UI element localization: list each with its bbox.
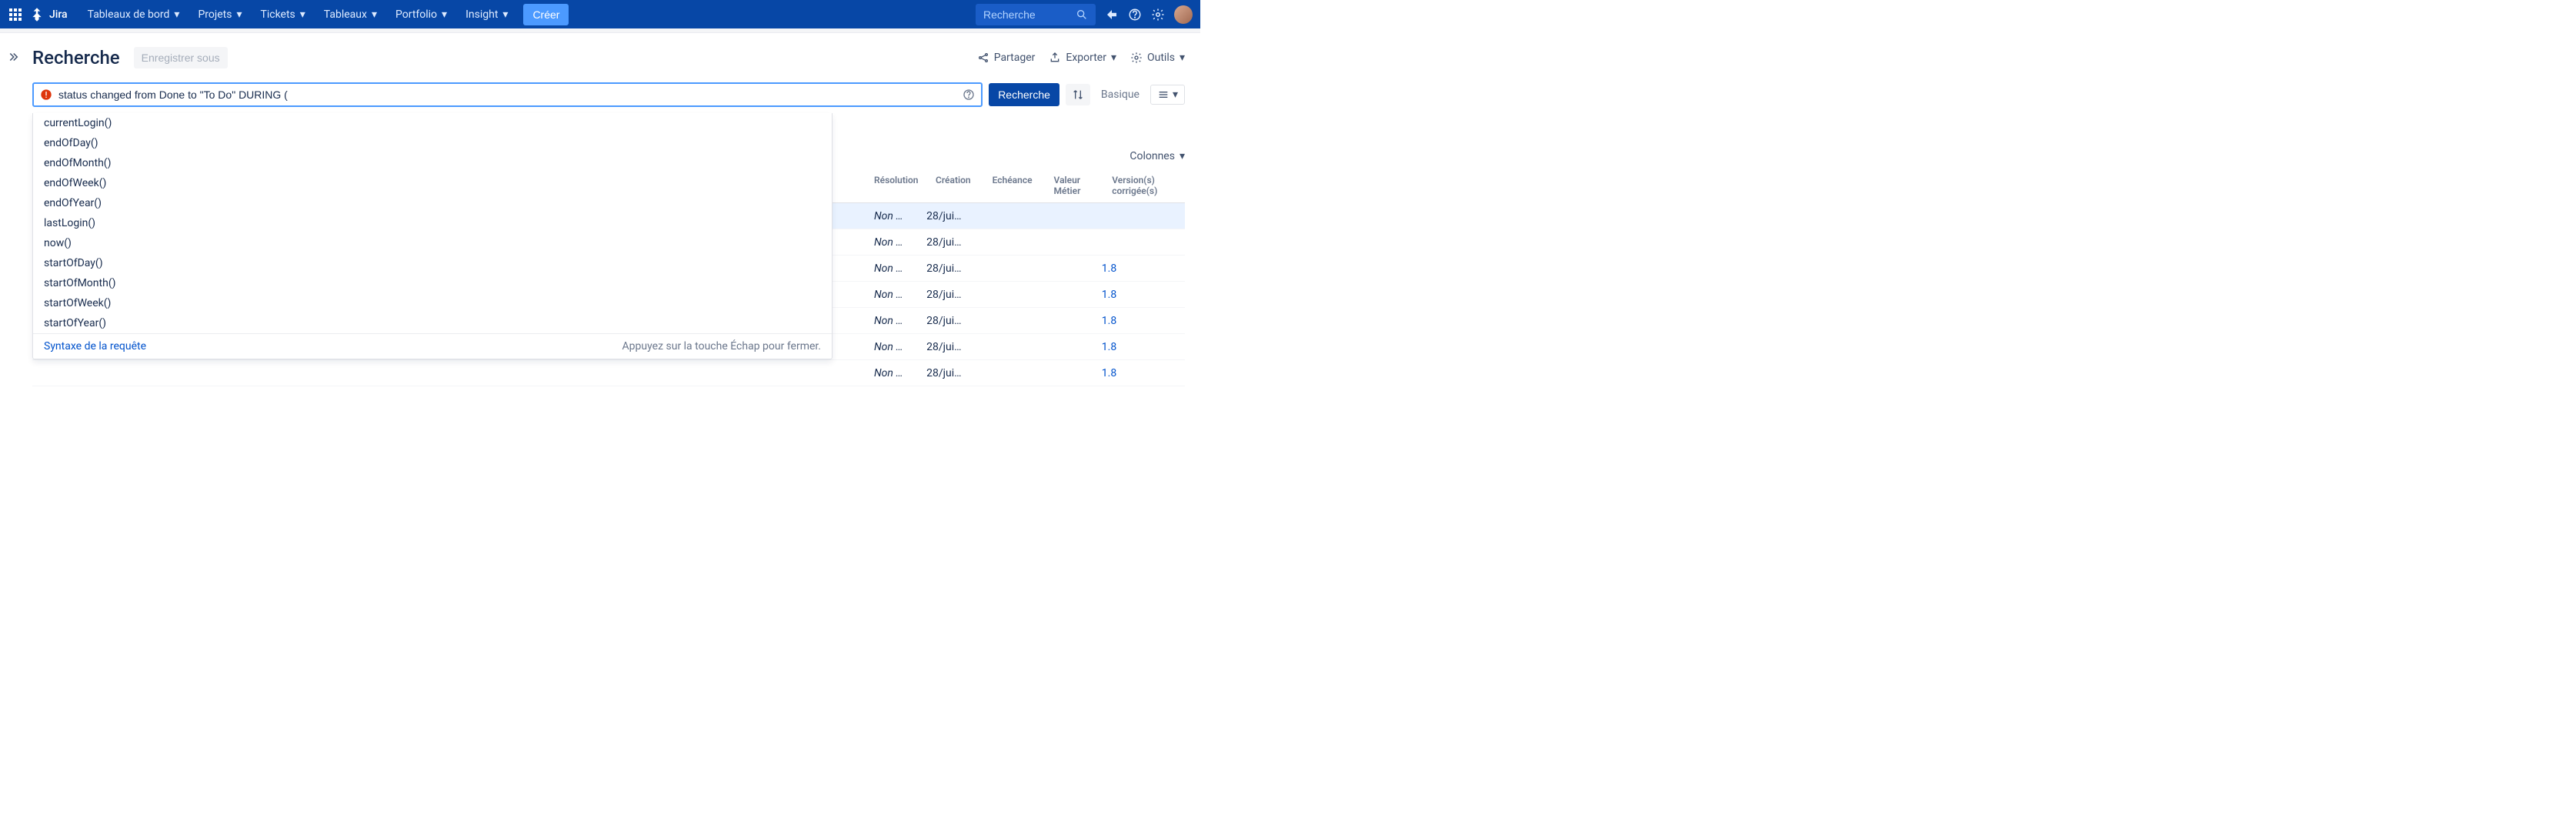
cell-created: 28/juil./20 xyxy=(916,210,974,222)
share-button[interactable]: Partager xyxy=(977,52,1036,64)
nav-item-portfolio[interactable]: Portfolio▾ xyxy=(386,0,456,28)
gear-icon xyxy=(1130,52,1143,64)
escape-hint: Appuyez sur la touche Échap pour fermer. xyxy=(622,340,821,353)
suggestion-item[interactable]: endOfYear() xyxy=(33,193,832,213)
suggestion-item[interactable]: startOfYear() xyxy=(33,313,832,333)
product-name: Jira xyxy=(49,8,68,21)
nav-items: Tableaux de bord▾ Projets▾ Tickets▾ Tabl… xyxy=(78,0,976,28)
list-icon xyxy=(1157,89,1170,101)
product-logo[interactable]: Jira xyxy=(29,7,68,22)
settings-icon[interactable] xyxy=(1151,8,1165,22)
suggestion-item[interactable]: endOfMonth() xyxy=(33,153,832,173)
col-resolution[interactable]: Résolution xyxy=(863,175,925,196)
top-navigation: Jira Tableaux de bord▾ Projets▾ Tickets▾… xyxy=(0,0,1200,28)
cell-created: 28/juil./20 xyxy=(916,315,974,327)
col-business-value[interactable]: Valeur Métier xyxy=(1043,175,1102,196)
suggestion-item[interactable]: startOfMonth() xyxy=(33,273,832,293)
jql-suggestions-dropdown: currentLogin() endOfDay() endOfMonth() e… xyxy=(32,113,833,359)
cell-created: 28/juil./20 xyxy=(916,262,974,275)
cell-created: 28/juil./20 xyxy=(916,341,974,353)
cell-resolution: Non résolu xyxy=(863,210,916,222)
export-icon xyxy=(1049,52,1061,64)
suggestion-item[interactable]: endOfDay() xyxy=(33,133,832,153)
cell-fix-version[interactable]: 1.8 xyxy=(1091,289,1185,301)
save-as-button[interactable]: Enregistrer sous xyxy=(134,47,228,68)
basic-mode-link[interactable]: Basique xyxy=(1096,89,1144,101)
cell-fix-version[interactable]: 1.8 xyxy=(1091,341,1185,353)
tools-button[interactable]: Outils ▾ xyxy=(1130,52,1185,64)
jql-input-wrapper[interactable] xyxy=(32,82,983,107)
nav-item-tickets[interactable]: Tickets▾ xyxy=(251,0,314,28)
page-title: Recherche xyxy=(32,47,120,68)
cell-resolution: Non résolu xyxy=(863,262,916,275)
suggestion-item[interactable]: startOfDay() xyxy=(33,253,832,273)
suggestion-item[interactable]: startOfWeek() xyxy=(33,293,832,313)
cell-resolution: Non résolu xyxy=(863,315,916,327)
cell-resolution: Non résolu xyxy=(863,367,916,379)
col-created[interactable]: Création xyxy=(925,175,982,196)
global-search-input[interactable] xyxy=(983,8,1076,21)
page-header: Recherche Enregistrer sous Partager Expo… xyxy=(32,47,1185,68)
view-options-button[interactable]: ▾ xyxy=(1150,85,1185,105)
jira-logo-icon xyxy=(29,7,45,22)
cell-resolution: Non résolu xyxy=(863,289,916,301)
suggestion-item[interactable]: lastLogin() xyxy=(33,213,832,233)
cell-fix-version[interactable]: 1.8 xyxy=(1091,262,1185,275)
cell-resolution: Non résolu xyxy=(863,341,916,353)
jql-error-icon xyxy=(40,89,52,101)
nav-item-boards[interactable]: Tableaux▾ xyxy=(315,0,386,28)
notifications-icon[interactable] xyxy=(1105,8,1119,22)
nav-item-projects[interactable]: Projets▾ xyxy=(189,0,251,28)
cell-created: 28/juil./20 xyxy=(916,236,974,249)
expand-sidebar-icon[interactable] xyxy=(6,50,20,67)
suggestion-item[interactable]: endOfWeek() xyxy=(33,173,832,193)
switch-mode-button[interactable] xyxy=(1066,84,1090,105)
search-button[interactable]: Recherche xyxy=(989,83,1059,106)
jql-input[interactable] xyxy=(58,89,963,101)
switch-icon xyxy=(1072,89,1084,101)
cell-fix-version[interactable]: 1.8 xyxy=(1091,367,1185,379)
table-row[interactable]: Non résolu28/juil./20 1.8 xyxy=(32,360,1185,386)
nav-item-insight[interactable]: Insight▾ xyxy=(456,0,517,28)
syntax-help-link[interactable]: Syntaxe de la requête xyxy=(44,340,146,353)
cell-created: 28/juil./20 xyxy=(916,289,974,301)
cell-created: 28/juil./20 xyxy=(916,367,974,379)
create-button[interactable]: Créer xyxy=(523,4,569,25)
cell-resolution: Non résolu xyxy=(863,236,916,249)
cell-fix-version[interactable]: 1.8 xyxy=(1091,315,1185,327)
jql-search-row: Recherche Basique ▾ xyxy=(32,82,1185,107)
help-icon[interactable] xyxy=(1128,8,1142,22)
col-fix-versions[interactable]: Version(s) corrigée(s) xyxy=(1101,175,1185,196)
export-button[interactable]: Exporter ▾ xyxy=(1049,52,1116,64)
suggestion-item[interactable]: now() xyxy=(33,233,832,253)
suggestion-item[interactable]: currentLogin() xyxy=(33,113,832,133)
app-switcher-icon[interactable] xyxy=(9,8,22,21)
share-icon xyxy=(977,52,989,64)
nav-item-dashboards[interactable]: Tableaux de bord▾ xyxy=(78,0,189,28)
global-search[interactable] xyxy=(976,4,1096,25)
search-icon xyxy=(1076,8,1088,21)
user-avatar[interactable] xyxy=(1174,5,1193,24)
col-due[interactable]: Echéance xyxy=(982,175,1043,196)
columns-toggle[interactable]: Colonnes ▾ xyxy=(1130,150,1185,162)
jql-help-icon[interactable] xyxy=(963,89,975,101)
